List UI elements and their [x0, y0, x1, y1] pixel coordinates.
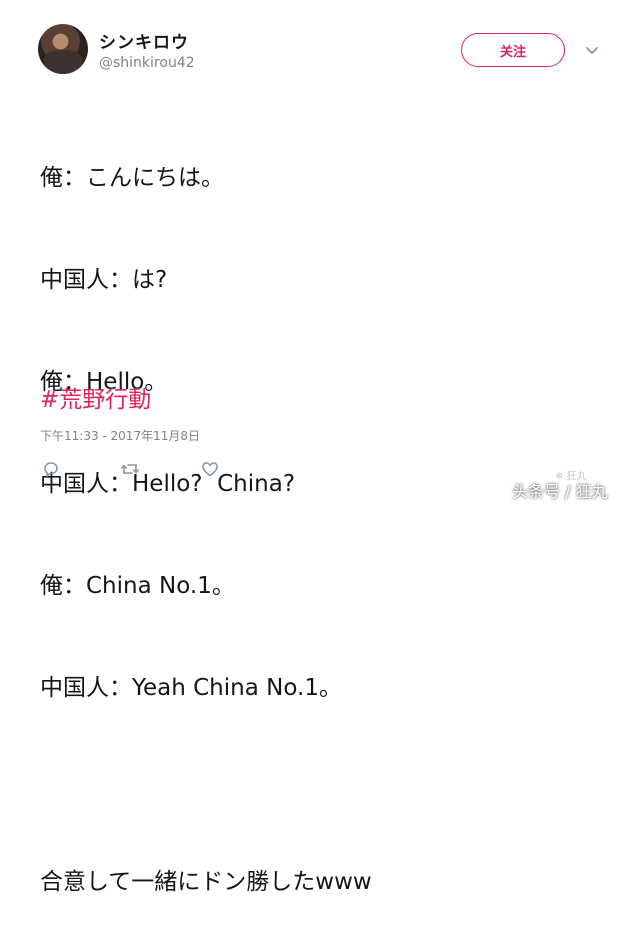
tweet-line: 中国人：Yeah China No.1。 — [40, 675, 342, 701]
tweet-timestamp[interactable]: 下午11:33 - 2017年11月8日 — [40, 427, 200, 444]
hashtag-link[interactable]: #荒野行動 — [40, 380, 151, 414]
reply-icon[interactable] — [40, 458, 62, 480]
like-icon[interactable] — [199, 458, 221, 480]
chevron-down-icon[interactable] — [585, 44, 599, 58]
tweet-line: 俺：こんにちは。 — [40, 165, 224, 191]
tweet-line: 中国人：は? — [40, 267, 168, 293]
display-name[interactable]: シンキロウ — [99, 28, 189, 53]
retweet-icon[interactable] — [119, 458, 141, 480]
tweet-line: 合意して一緒にドン勝したwww — [40, 869, 372, 895]
tweet-line: 俺：China No.1。 — [40, 573, 235, 599]
tweet-text: 俺：こんにちは。 中国人：は? 俺：Hello。 中国人：Hello? Chin… — [40, 93, 372, 933]
follow-button[interactable]: 关注 — [461, 33, 565, 67]
user-handle[interactable]: @shinkirou42 — [99, 55, 195, 71]
watermark: 头条号 / 狂丸 — [512, 482, 608, 501]
avatar[interactable] — [38, 24, 88, 74]
